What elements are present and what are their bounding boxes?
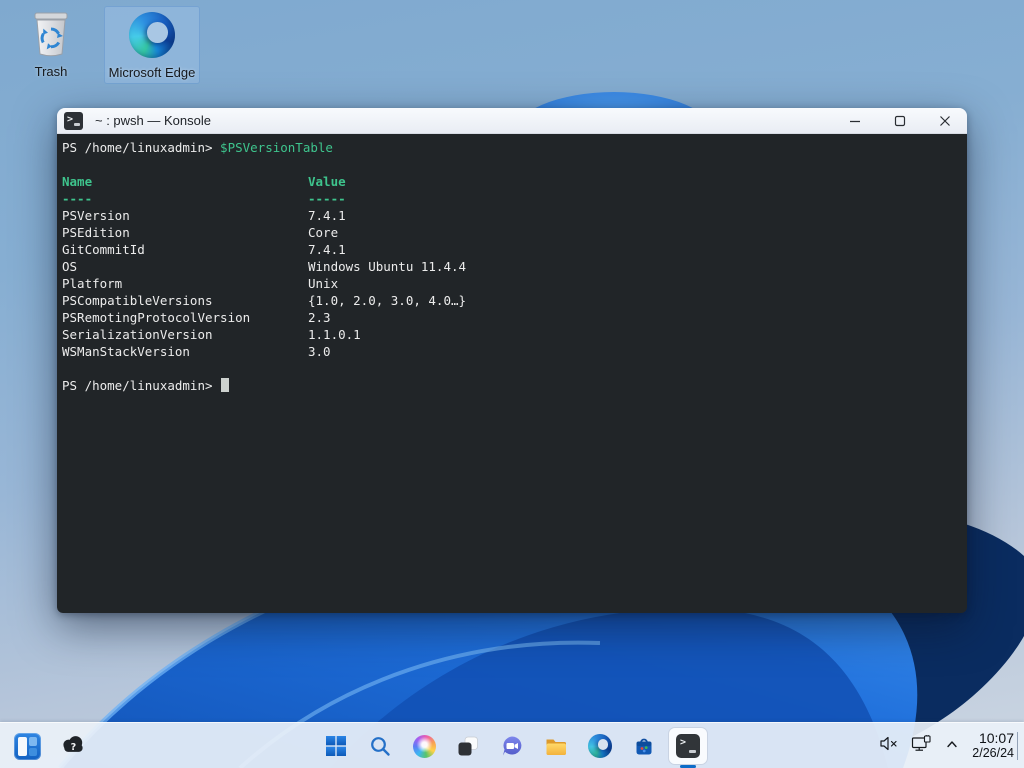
copilot-icon — [413, 735, 436, 758]
table-row: OSWindows Ubuntu 11.4.4 — [62, 258, 967, 275]
taskbar: ? — [0, 722, 1024, 768]
taskbar-clock[interactable]: 10:07 2/26/24 — [972, 731, 1014, 761]
table-row: SerializationVersion1.1.0.1 — [62, 326, 967, 343]
window-title: ~ : pwsh — Konsole — [95, 113, 211, 128]
volume-muted-icon[interactable] — [879, 735, 899, 757]
konsole-window: > ~ : pwsh — Konsole PS /home/linuxadmin… — [57, 108, 967, 613]
terminal-screen[interactable]: PS /home/linuxadmin> $PSVersionTable Nam… — [57, 134, 967, 613]
konsole-window-icon: > — [64, 112, 83, 130]
clock-date: 2/26/24 — [972, 746, 1014, 761]
start-button[interactable] — [317, 728, 355, 764]
maximize-button[interactable] — [877, 108, 922, 134]
edge-icon — [105, 9, 199, 61]
search-button[interactable] — [361, 728, 399, 764]
desktop-icon-trash[interactable]: Trash — [3, 8, 99, 79]
store-button[interactable] — [625, 728, 663, 764]
svg-text:?: ? — [71, 742, 77, 753]
command-text: $PSVersionTable — [220, 140, 333, 155]
terminal-icon: > — [676, 734, 700, 758]
edge-taskbar-button[interactable] — [581, 728, 619, 764]
desktop-icon-label: Trash — [3, 64, 99, 79]
copilot-button[interactable] — [405, 728, 443, 764]
desktop: Trash Microsoft Edge > ~ : pwsh — Konsol… — [0, 0, 1024, 768]
weather-widget-icon[interactable]: ? — [59, 732, 87, 761]
terminal-prompt-line: PS /home/linuxadmin> — [62, 377, 967, 394]
clock-time: 10:07 — [972, 731, 1014, 746]
desktop-icon-edge[interactable]: Microsoft Edge — [104, 6, 200, 84]
file-explorer-button[interactable] — [537, 728, 575, 764]
window-titlebar[interactable]: > ~ : pwsh — Konsole — [57, 108, 967, 134]
table-row: PSEditionCore — [62, 224, 967, 241]
table-row: PSRemotingProtocolVersion2.3 — [62, 309, 967, 326]
terminal-command-line: PS /home/linuxadmin> $PSVersionTable — [62, 139, 967, 156]
task-view-button[interactable] — [449, 728, 487, 764]
terminal-cursor — [221, 378, 229, 392]
close-button[interactable] — [922, 108, 967, 134]
terminal-taskbar-button[interactable]: > — [669, 728, 707, 764]
table-row: PSCompatibleVersions{1.0, 2.0, 3.0, 4.0…… — [62, 292, 967, 309]
table-row: GitCommitId7.4.1 — [62, 241, 967, 258]
widgets-button[interactable] — [14, 733, 41, 760]
table-row: WSManStackVersion3.0 — [62, 343, 967, 360]
show-desktop-button[interactable] — [1017, 732, 1018, 760]
chat-button[interactable] — [493, 728, 531, 764]
table-header-row: NameValue — [62, 173, 967, 190]
desktop-icon-label: Microsoft Edge — [105, 65, 199, 80]
edge-icon — [588, 734, 612, 758]
network-icon[interactable] — [911, 735, 932, 757]
table-underline-row: --------- — [62, 190, 967, 207]
tray-chevron-up-icon[interactable] — [944, 737, 960, 756]
table-row: PlatformUnix — [62, 275, 967, 292]
trash-icon — [3, 8, 99, 60]
table-row: PSVersion7.4.1 — [62, 207, 967, 224]
minimize-button[interactable] — [832, 108, 877, 134]
